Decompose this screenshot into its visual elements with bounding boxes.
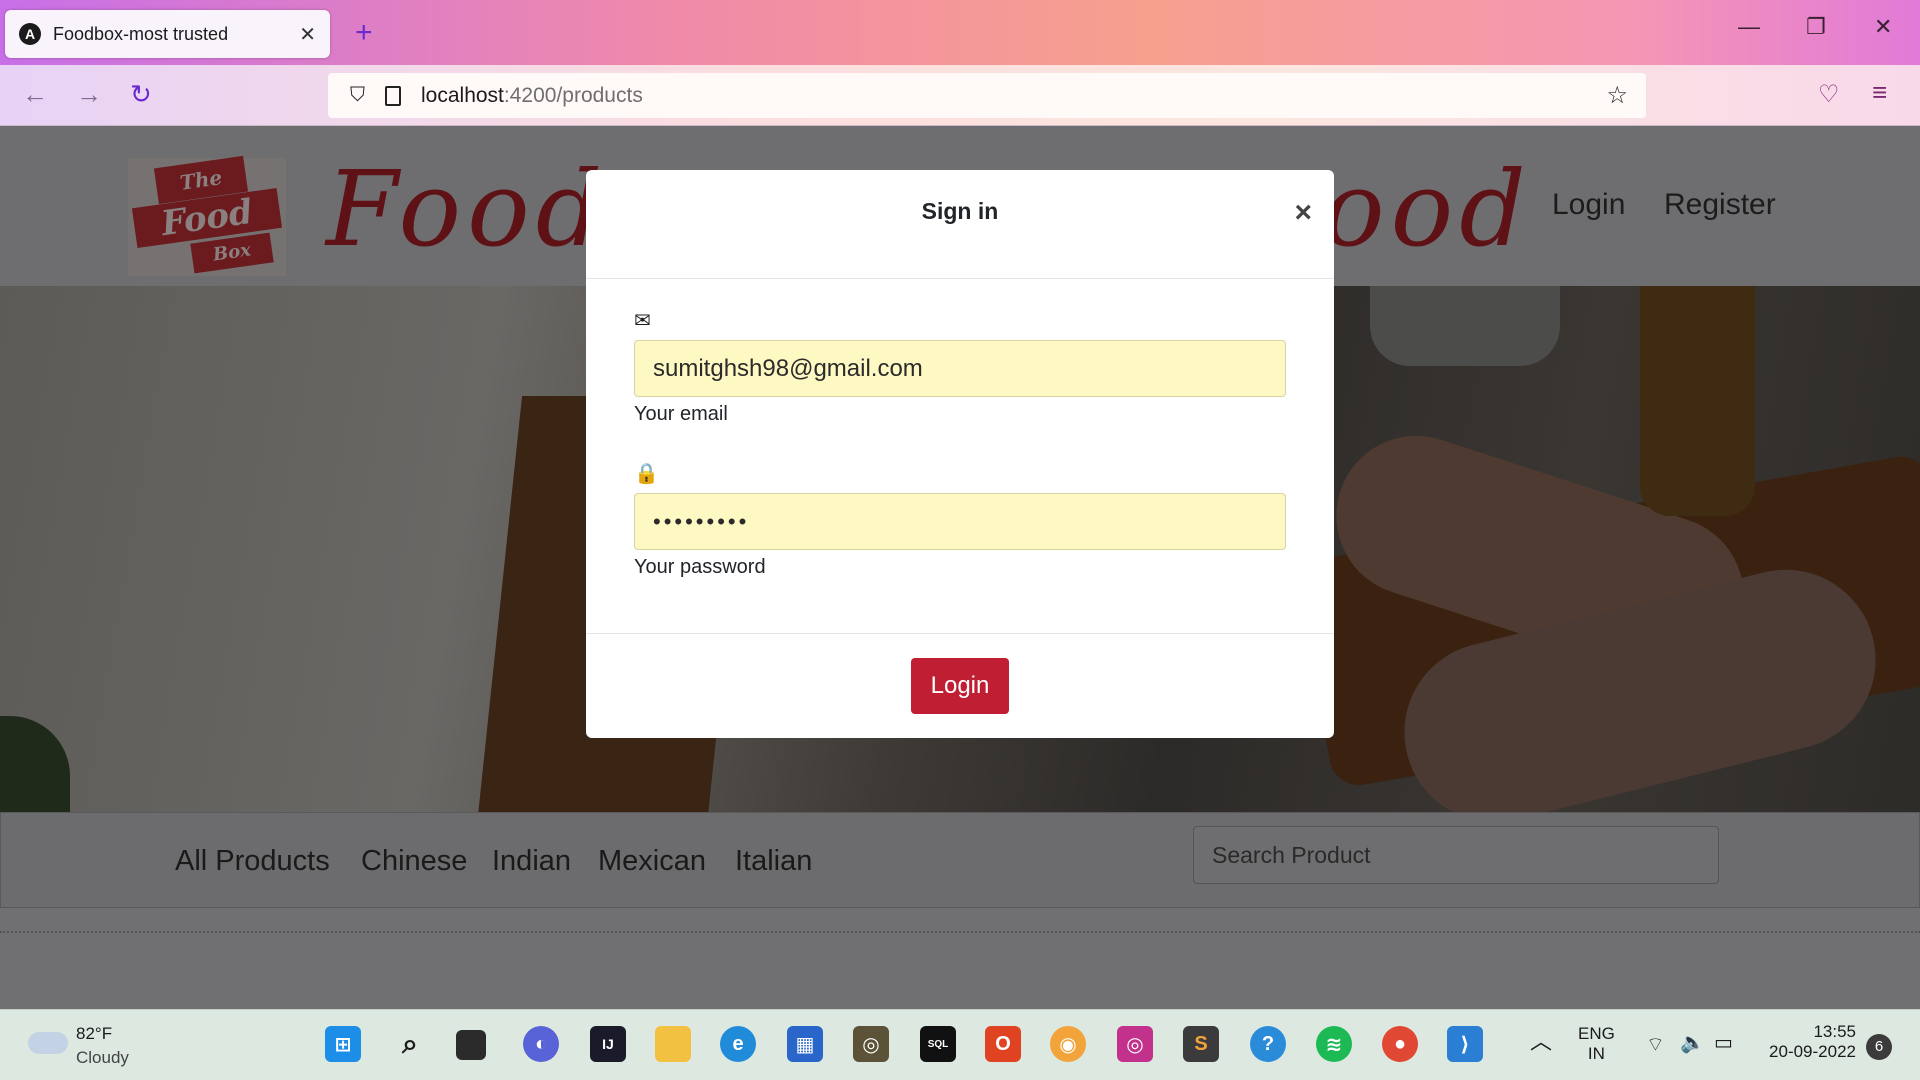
pocket-icon[interactable]: ♡: [1818, 80, 1840, 109]
url-host: localhost: [421, 83, 504, 107]
category-bar: All Products Chinese Indian Mexican Ital…: [0, 812, 1920, 908]
hero-glass: [1370, 286, 1560, 366]
category-mexican[interactable]: Mexican: [598, 845, 706, 878]
angular-favicon-icon: A: [19, 23, 41, 45]
category-all-products[interactable]: All Products: [175, 845, 330, 878]
email-label: Your email: [634, 403, 728, 425]
modal-footer: Login: [586, 633, 1334, 738]
modal-title: Sign in: [921, 198, 999, 224]
mysql-icon[interactable]: SQL: [920, 1026, 956, 1062]
spotify-icon[interactable]: ≋: [1316, 1026, 1352, 1062]
foodbox-logo[interactable]: The Food Box: [128, 155, 286, 276]
headset-app-icon[interactable]: ◎: [853, 1026, 889, 1062]
windows-start-icon[interactable]: ⊞: [325, 1026, 361, 1062]
vscode-icon[interactable]: ⟩: [1447, 1026, 1483, 1062]
cloud-icon[interactable]: [28, 1032, 68, 1054]
hero-plant: [0, 716, 70, 816]
back-icon[interactable]: ←: [22, 79, 48, 110]
notification-badge[interactable]: 6: [1866, 1034, 1892, 1060]
url-path: :4200/products: [503, 83, 643, 107]
chrome-icon[interactable]: ●: [1382, 1026, 1418, 1062]
menu-icon[interactable]: ≡: [1872, 77, 1887, 108]
password-field[interactable]: •••••••••: [634, 493, 1286, 550]
category-indian[interactable]: Indian: [492, 845, 571, 878]
clock-time: 13:55: [1813, 1022, 1856, 1041]
reload-icon[interactable]: ↻: [130, 79, 152, 110]
email-field-group: ✉ sumitghsh98@gmail.com Your email: [634, 308, 1286, 426]
weather-condition[interactable]: Cloudy: [76, 1048, 129, 1068]
tab-title: Foodbox-most trusted: [53, 23, 229, 44]
login-button[interactable]: Login: [911, 658, 1009, 714]
weather-temperature[interactable]: 82°F: [76, 1024, 112, 1044]
clock[interactable]: 13:55 20-09-2022: [1760, 1022, 1856, 1062]
browser-tab-strip: A Foodbox-most trusted ✕ + — ❐ ✕: [0, 0, 1920, 65]
search-icon[interactable]: ⌕: [392, 1026, 428, 1062]
header-login-link[interactable]: Login: [1552, 188, 1625, 222]
page-below-area: [0, 908, 1920, 1009]
close-icon[interactable]: ×: [1294, 196, 1312, 230]
sublime-icon[interactable]: S: [1183, 1026, 1219, 1062]
brand-title-right: ood: [1322, 148, 1532, 270]
email-field[interactable]: sumitghsh98@gmail.com: [634, 340, 1286, 397]
minimize-icon[interactable]: —: [1738, 14, 1760, 40]
new-tab-icon[interactable]: +: [355, 16, 373, 50]
modal-header: Sign in ×: [586, 170, 1334, 279]
clock-date: 20-09-2022: [1769, 1042, 1856, 1061]
intellij-icon[interactable]: IJ: [590, 1026, 626, 1062]
office-icon[interactable]: O: [985, 1026, 1021, 1062]
password-field-group: 🔒 ••••••••• Your password: [634, 461, 1286, 579]
lock-icon: 🔒: [634, 463, 659, 485]
chevron-up-icon[interactable]: ︿: [1530, 1024, 1552, 1056]
header-register-link[interactable]: Register: [1664, 188, 1776, 222]
category-italian[interactable]: Italian: [735, 845, 812, 878]
hero-bottle: [1640, 286, 1755, 516]
browser-tab[interactable]: A Foodbox-most trusted ✕: [5, 10, 330, 58]
close-window-icon[interactable]: ✕: [1874, 14, 1892, 40]
firefox-icon[interactable]: ◉: [1050, 1026, 1086, 1062]
language-indicator[interactable]: ENG IN: [1578, 1024, 1615, 1064]
bookmark-star-icon[interactable]: ☆: [1606, 81, 1628, 110]
language-code: ENG: [1578, 1024, 1615, 1043]
file-explorer-icon[interactable]: [655, 1026, 691, 1062]
region-code: IN: [1587, 1044, 1605, 1063]
chat-icon[interactable]: ◐: [523, 1026, 559, 1062]
restore-icon[interactable]: ❐: [1806, 14, 1826, 40]
store-icon[interactable]: ▦: [787, 1026, 823, 1062]
page-icon: [385, 85, 401, 106]
shield-icon[interactable]: ⛉: [350, 84, 365, 107]
task-view-icon[interactable]: [456, 1030, 486, 1060]
sign-in-modal: Sign in × ✉ sumitghsh98@gmail.com Your e…: [586, 170, 1334, 738]
taskbar: 82°F Cloudy ⊞ ⌕ ◐ IJ e ▦ ◎ SQL O ◉ ◎ S ?…: [0, 1009, 1920, 1080]
close-tab-icon[interactable]: ✕: [299, 22, 316, 47]
edge-icon[interactable]: e: [720, 1026, 756, 1062]
category-chinese[interactable]: Chinese: [361, 845, 467, 878]
battery-icon[interactable]: ▭: [1714, 1030, 1733, 1055]
password-label: Your password: [634, 556, 766, 578]
dotted-divider: [0, 931, 1920, 933]
forward-icon[interactable]: →: [76, 79, 102, 110]
brand-title-left: Food: [326, 148, 609, 270]
help-icon[interactable]: ?: [1250, 1026, 1286, 1062]
browser-navbar: ← → ↻ ⛉ localhost :4200/products ☆ ♡ ≡: [0, 65, 1920, 126]
instagram-icon[interactable]: ◎: [1117, 1026, 1153, 1062]
search-product-input[interactable]: Search Product: [1193, 826, 1719, 884]
envelope-icon: ✉: [634, 310, 651, 332]
wifi-icon[interactable]: ⌔: [1646, 1032, 1665, 1057]
volume-icon[interactable]: 🔈: [1680, 1030, 1705, 1055]
address-bar[interactable]: ⛉ localhost :4200/products ☆: [328, 73, 1646, 118]
